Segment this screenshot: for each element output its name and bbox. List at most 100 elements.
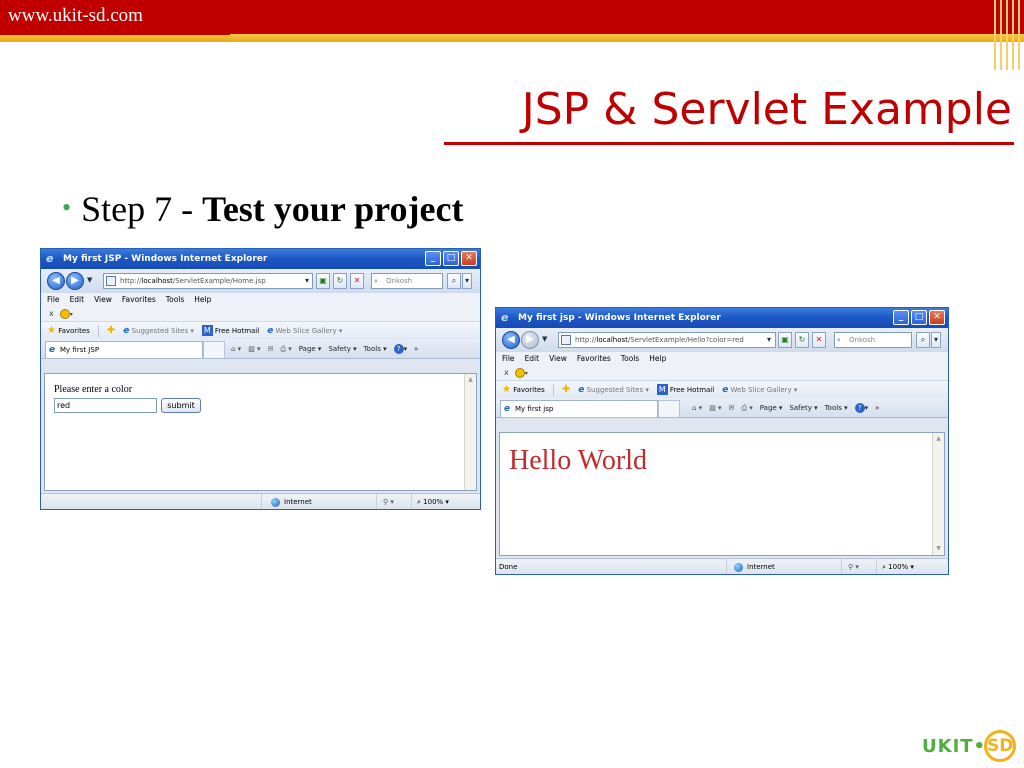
free-hotmail-link[interactable]: M Free Hotmail xyxy=(201,322,259,340)
search-icon: ⌕ xyxy=(837,336,841,344)
feeds-icon[interactable]: ▧ ▾ xyxy=(709,401,721,415)
address-dropdown-icon[interactable]: ▾ xyxy=(762,333,776,347)
color-input[interactable]: red xyxy=(54,398,157,413)
safety-menu[interactable]: Safety ▾ xyxy=(328,342,356,356)
print-icon[interactable]: ⎙ ▾ xyxy=(280,342,291,356)
help-menu[interactable]: ? ▾ xyxy=(393,342,407,356)
history-dropdown-icon[interactable]: ▼ xyxy=(87,276,92,284)
search-go-button[interactable]: ⌕ xyxy=(916,332,930,348)
menu-tools[interactable]: Tools xyxy=(166,293,184,307)
close-button[interactable]: ✕ xyxy=(461,251,477,266)
help-menu[interactable]: ? ▾ xyxy=(854,401,868,415)
print-icon[interactable]: ⎙ ▾ xyxy=(741,401,752,415)
maximize-button[interactable]: □ xyxy=(443,251,459,266)
mail-icon[interactable]: ✉ xyxy=(729,401,735,415)
ie-icon: e xyxy=(267,325,274,336)
tools-menu[interactable]: Tools ▾ xyxy=(825,401,848,415)
more-chevron-icon[interactable]: » xyxy=(875,401,879,415)
search-options-button[interactable]: ▾ xyxy=(931,332,941,348)
home-icon[interactable]: ⌂ ▾ xyxy=(692,401,702,415)
minimize-button[interactable]: _ xyxy=(425,251,441,266)
close-toolbar-button[interactable]: x xyxy=(49,309,54,318)
back-button[interactable]: ◀ xyxy=(502,331,520,349)
search-go-button[interactable]: ⌕ xyxy=(447,273,461,289)
address-dropdown-icon[interactable]: ▾ xyxy=(300,274,314,288)
compat-view-button[interactable]: ▣ xyxy=(778,332,792,348)
suggested-sites-link[interactable]: e Suggested Sites ▾ xyxy=(578,381,649,399)
globe-dropdown-icon[interactable]: ▾ xyxy=(70,311,73,318)
menu-help[interactable]: Help xyxy=(194,293,211,307)
ie-tab-icon: e xyxy=(504,404,511,414)
menu-file[interactable]: File xyxy=(47,293,60,307)
tools-menu[interactable]: Tools ▾ xyxy=(364,342,387,356)
ie-icon: e xyxy=(123,325,130,336)
window-titlebar[interactable]: e My first JSP - Windows Internet Explor… xyxy=(41,249,480,269)
new-tab-button[interactable] xyxy=(658,400,680,417)
refresh-button[interactable]: ↻ xyxy=(333,273,347,289)
compat-view-button[interactable]: ▣ xyxy=(316,273,330,289)
ie-logo-icon: e xyxy=(501,311,509,324)
search-input[interactable]: ⌕ Onkosh xyxy=(371,273,443,289)
ie-logo-icon: e xyxy=(46,252,54,265)
search-input[interactable]: ⌕ Onkosh xyxy=(834,332,912,348)
menu-favorites[interactable]: Favorites xyxy=(577,352,611,366)
vertical-scrollbar[interactable]: ▲ ▼ xyxy=(932,433,944,555)
favorites-button[interactable]: ★ Favorites xyxy=(502,381,545,399)
page-icon xyxy=(561,335,571,345)
ie-icon: e xyxy=(578,384,585,395)
zoom-level[interactable]: ⌕ 100% ▾ xyxy=(417,494,449,509)
web-slice-gallery-link[interactable]: e Web Slice Gallery ▾ xyxy=(267,322,342,340)
globe-icon[interactable] xyxy=(514,367,525,378)
more-chevron-icon[interactable]: » xyxy=(414,342,418,356)
zone-indicator: Internet xyxy=(271,494,312,509)
vertical-scrollbar[interactable]: ▲ xyxy=(464,374,476,490)
minimize-button[interactable]: _ xyxy=(893,310,909,325)
menu-edit[interactable]: Edit xyxy=(525,352,540,366)
addon-bar: x ▾ xyxy=(41,307,480,321)
stop-button[interactable]: ✕ xyxy=(350,273,364,289)
mail-icon[interactable]: ✉ xyxy=(268,342,274,356)
tab-my-first-jsp[interactable]: e My first JSP xyxy=(45,341,203,358)
zoom-level[interactable]: ⌕ 100% ▾ xyxy=(882,559,914,574)
history-dropdown-icon[interactable]: ▼ xyxy=(542,335,547,343)
refresh-button[interactable]: ↻ xyxy=(795,332,809,348)
stop-button[interactable]: ✕ xyxy=(812,332,826,348)
safety-menu[interactable]: Safety ▾ xyxy=(789,401,817,415)
page-menu[interactable]: Page ▾ xyxy=(299,342,322,356)
menu-favorites[interactable]: Favorites xyxy=(122,293,156,307)
free-hotmail-link[interactable]: M Free Hotmail xyxy=(656,381,714,399)
submit-button[interactable]: submit xyxy=(161,398,201,413)
address-input[interactable]: http://localhost/ServletExample/Hello?co… xyxy=(558,332,776,348)
close-button[interactable]: ✕ xyxy=(929,310,945,325)
menu-help[interactable]: Help xyxy=(649,352,666,366)
tab-my-first-jsp[interactable]: e My first jsp xyxy=(500,400,658,417)
protected-mode-icon[interactable]: ⚲ ▾ xyxy=(848,559,859,574)
menu-view[interactable]: View xyxy=(549,352,567,366)
feeds-icon[interactable]: ▧ ▾ xyxy=(248,342,260,356)
address-input[interactable]: http://localhost/ServletExample/Home.jsp xyxy=(103,273,313,289)
menu-edit[interactable]: Edit xyxy=(70,293,85,307)
forward-button[interactable]: ▶ xyxy=(66,272,84,290)
search-icon: ⌕ xyxy=(374,277,378,285)
globe-icon[interactable] xyxy=(59,308,70,319)
search-options-button[interactable]: ▾ xyxy=(462,273,472,289)
add-favorite-icon[interactable]: ✚ xyxy=(107,322,115,340)
forward-button[interactable]: ▶ xyxy=(521,331,539,349)
menu-file[interactable]: File xyxy=(502,352,515,366)
back-button[interactable]: ◀ xyxy=(47,272,65,290)
menu-view[interactable]: View xyxy=(94,293,112,307)
protected-mode-icon[interactable]: ⚲ ▾ xyxy=(383,494,394,509)
close-toolbar-button[interactable]: x xyxy=(504,368,509,377)
new-tab-button[interactable] xyxy=(203,341,225,358)
add-favorite-icon[interactable]: ✚ xyxy=(562,381,570,399)
globe-dropdown-icon[interactable]: ▾ xyxy=(525,370,528,377)
menu-tools[interactable]: Tools xyxy=(621,352,639,366)
window-titlebar[interactable]: e My first jsp - Windows Internet Explor… xyxy=(496,308,948,328)
home-icon[interactable]: ⌂ ▾ xyxy=(231,342,241,356)
web-slice-gallery-link[interactable]: e Web Slice Gallery ▾ xyxy=(722,381,797,399)
maximize-button[interactable]: □ xyxy=(911,310,927,325)
status-bar: Internet ⚲ ▾ ⌕ 100% ▾ xyxy=(41,493,480,509)
favorites-button[interactable]: ★ Favorites xyxy=(47,322,90,340)
page-menu[interactable]: Page ▾ xyxy=(760,401,783,415)
suggested-sites-link[interactable]: e Suggested Sites ▾ xyxy=(123,322,194,340)
